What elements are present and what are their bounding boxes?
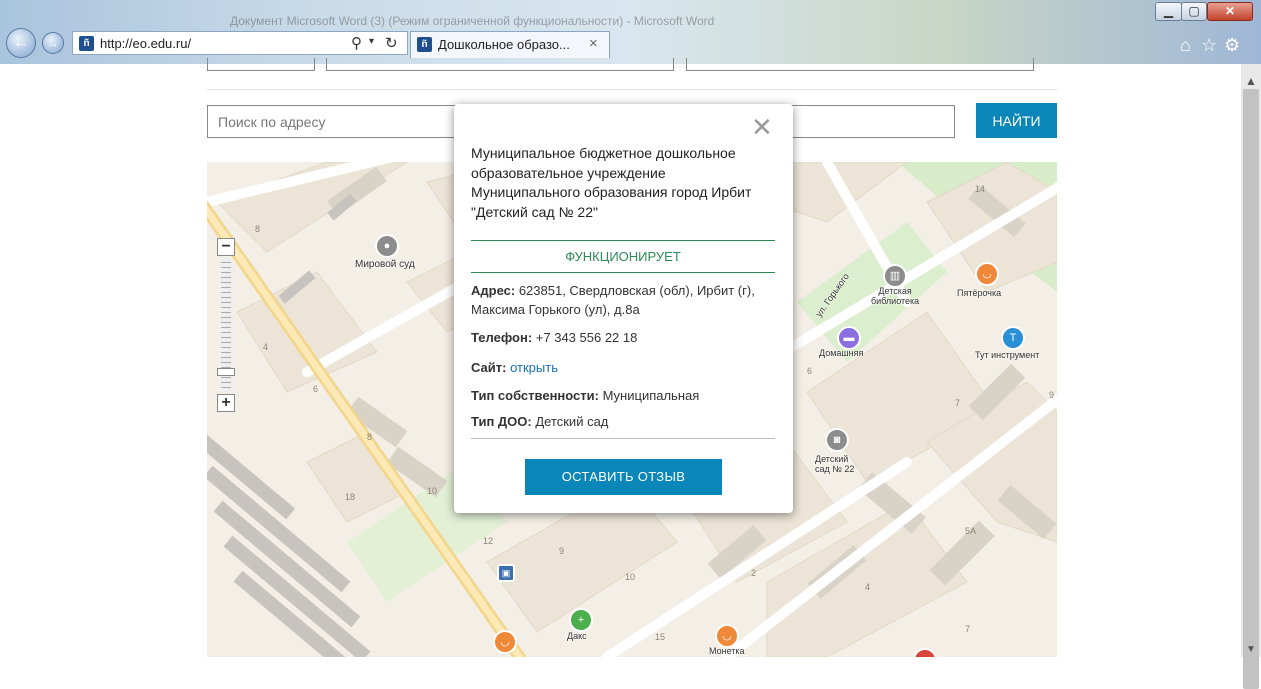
pharmacy-icon[interactable]: + bbox=[569, 608, 593, 632]
close-window-button[interactable]: ✕ bbox=[1207, 2, 1253, 21]
map-label-domashnyaya: Домашняя bbox=[819, 348, 864, 358]
close-icon[interactable]: ✕ bbox=[751, 114, 773, 140]
ownership-label: Тип собственности: bbox=[471, 388, 599, 403]
library-icon[interactable]: ▥ bbox=[883, 264, 907, 288]
tab-title: Дошкольное образо... bbox=[438, 37, 570, 52]
house-number: 9 bbox=[1049, 390, 1055, 400]
court-icon[interactable]: ● bbox=[375, 234, 399, 258]
site-row: Сайт: открыть bbox=[471, 358, 775, 377]
vertical-scrollbar[interactable]: ▲ ▼ bbox=[1241, 64, 1261, 689]
type-value: Детский сад bbox=[531, 414, 609, 429]
filter-select-1[interactable] bbox=[207, 58, 315, 71]
phone-row: Телефон: +7 343 556 22 18 bbox=[471, 328, 775, 347]
search-button[interactable]: НАЙТИ bbox=[976, 103, 1057, 138]
forward-icon[interactable]: → bbox=[42, 32, 64, 54]
map-label-daks: Дакс bbox=[567, 631, 587, 641]
house-number: 8 bbox=[255, 224, 261, 234]
map-label-court: Мировой суд bbox=[355, 259, 415, 270]
bus-stop-icon[interactable]: ▣ bbox=[497, 564, 515, 582]
leave-review-button[interactable]: ОСТАВИТЬ ОТЗЫВ bbox=[525, 459, 722, 495]
maximize-button[interactable]: ▢ bbox=[1181, 2, 1207, 21]
filter-select-2[interactable] bbox=[326, 58, 674, 71]
star-icon[interactable]: ☆ bbox=[1201, 35, 1217, 56]
zoom-slider-handle[interactable] bbox=[217, 368, 235, 376]
house-number: 6 bbox=[807, 366, 813, 376]
scroll-thumb[interactable] bbox=[1243, 89, 1259, 689]
site-label: Сайт: bbox=[471, 360, 507, 375]
zoom-control[interactable]: − + bbox=[217, 238, 235, 413]
browser-tab[interactable]: ñ Дошкольное образо... × bbox=[410, 31, 610, 58]
search-icon[interactable]: ⚲ bbox=[351, 34, 362, 52]
house-number: 18 bbox=[345, 492, 356, 502]
house-number: 2 bbox=[751, 568, 757, 578]
status-divider-bottom bbox=[471, 272, 775, 273]
monetka-icon[interactable]: ◡ bbox=[715, 624, 739, 648]
scroll-up-icon[interactable]: ▲ bbox=[1241, 74, 1261, 88]
info-divider bbox=[471, 438, 775, 439]
organization-popup: ✕ Муниципальное бюджетное дошкольное обр… bbox=[454, 104, 793, 513]
house-number: 4 bbox=[263, 342, 269, 352]
divider bbox=[207, 89, 1057, 90]
site-link[interactable]: открыть bbox=[510, 360, 558, 375]
type-label: Тип ДОО: bbox=[471, 414, 532, 429]
home-icon[interactable]: ⌂ bbox=[1180, 35, 1191, 56]
house-number: 7 bbox=[965, 624, 971, 634]
ownership-row: Тип собственности: Муниципальная bbox=[471, 386, 775, 405]
filter-select-3[interactable] bbox=[686, 58, 1034, 71]
zoom-out-button[interactable]: − bbox=[217, 238, 235, 256]
window-title: Документ Microsoft Word (3) (Режим огран… bbox=[230, 14, 715, 28]
map-label-pyaterochka: Пятёрочка bbox=[957, 288, 1002, 298]
phone-value: +7 343 556 22 18 bbox=[532, 330, 638, 345]
scroll-down-icon[interactable]: ▼ bbox=[1241, 644, 1261, 655]
browser-chrome: Документ Microsoft Word (3) (Режим огран… bbox=[0, 0, 1261, 64]
house-number: 15 bbox=[655, 632, 666, 642]
pyaterochka-icon[interactable]: ◡ bbox=[975, 262, 999, 286]
zoom-in-button[interactable]: + bbox=[217, 394, 235, 412]
house-number: 9 bbox=[559, 546, 565, 556]
status-divider-top bbox=[471, 240, 775, 241]
gear-icon[interactable]: ⚙ bbox=[1224, 35, 1240, 56]
tools-icon[interactable]: T bbox=[1001, 326, 1025, 350]
status-badge: ФУНКЦИОНИРУЕТ bbox=[565, 249, 681, 264]
house-number: 12 bbox=[483, 536, 494, 546]
ownership-value: Муниципальная bbox=[598, 388, 700, 403]
map-label-kindergarten: Детский сад № 22 bbox=[815, 454, 855, 474]
tab-close-icon[interactable]: × bbox=[589, 35, 598, 52]
shop-icon[interactable]: ◡ bbox=[493, 630, 517, 654]
map-label-monetka: Монетка bbox=[709, 646, 745, 656]
site-favicon-icon: ñ bbox=[79, 36, 94, 51]
house-number: 10 bbox=[427, 486, 438, 496]
domashnyaya-icon[interactable]: ▬ bbox=[837, 326, 861, 350]
tab-favicon-icon: ñ bbox=[417, 37, 432, 52]
house-number: 5А bbox=[965, 526, 977, 536]
organization-title: Муниципальное бюджетное дошкольное образ… bbox=[471, 145, 752, 220]
address-label: Адрес: bbox=[471, 283, 516, 298]
kindergarten-icon[interactable]: ◙ bbox=[825, 428, 849, 452]
house-number: 4 bbox=[865, 582, 871, 592]
house-number: 6 bbox=[313, 384, 319, 394]
house-number: 7 bbox=[955, 398, 961, 408]
chevron-down-icon[interactable]: ▾ bbox=[369, 36, 374, 47]
address-row: Адрес: 623851, Свердловская (обл), Ирбит… bbox=[471, 281, 775, 319]
house-number: 8 bbox=[367, 432, 373, 442]
refresh-icon[interactable]: ↻ bbox=[385, 34, 398, 52]
phone-label: Телефон: bbox=[471, 330, 533, 345]
url-text: http://eo.edu.ru/ bbox=[100, 36, 192, 51]
house-number: 10 bbox=[625, 572, 636, 582]
map-label-tools: Тут инструмент bbox=[975, 350, 1040, 360]
type-row: Тип ДОО: Детский сад bbox=[471, 412, 775, 431]
map-label-library: Детская библиотека bbox=[871, 286, 920, 306]
address-bar[interactable]: ñ http://eo.edu.ru/ ⚲ ▾ ↻ bbox=[72, 31, 408, 55]
house-number: 14 bbox=[975, 184, 986, 194]
back-icon[interactable]: ← bbox=[6, 28, 36, 58]
minimize-button[interactable]: ▁ bbox=[1155, 2, 1182, 21]
